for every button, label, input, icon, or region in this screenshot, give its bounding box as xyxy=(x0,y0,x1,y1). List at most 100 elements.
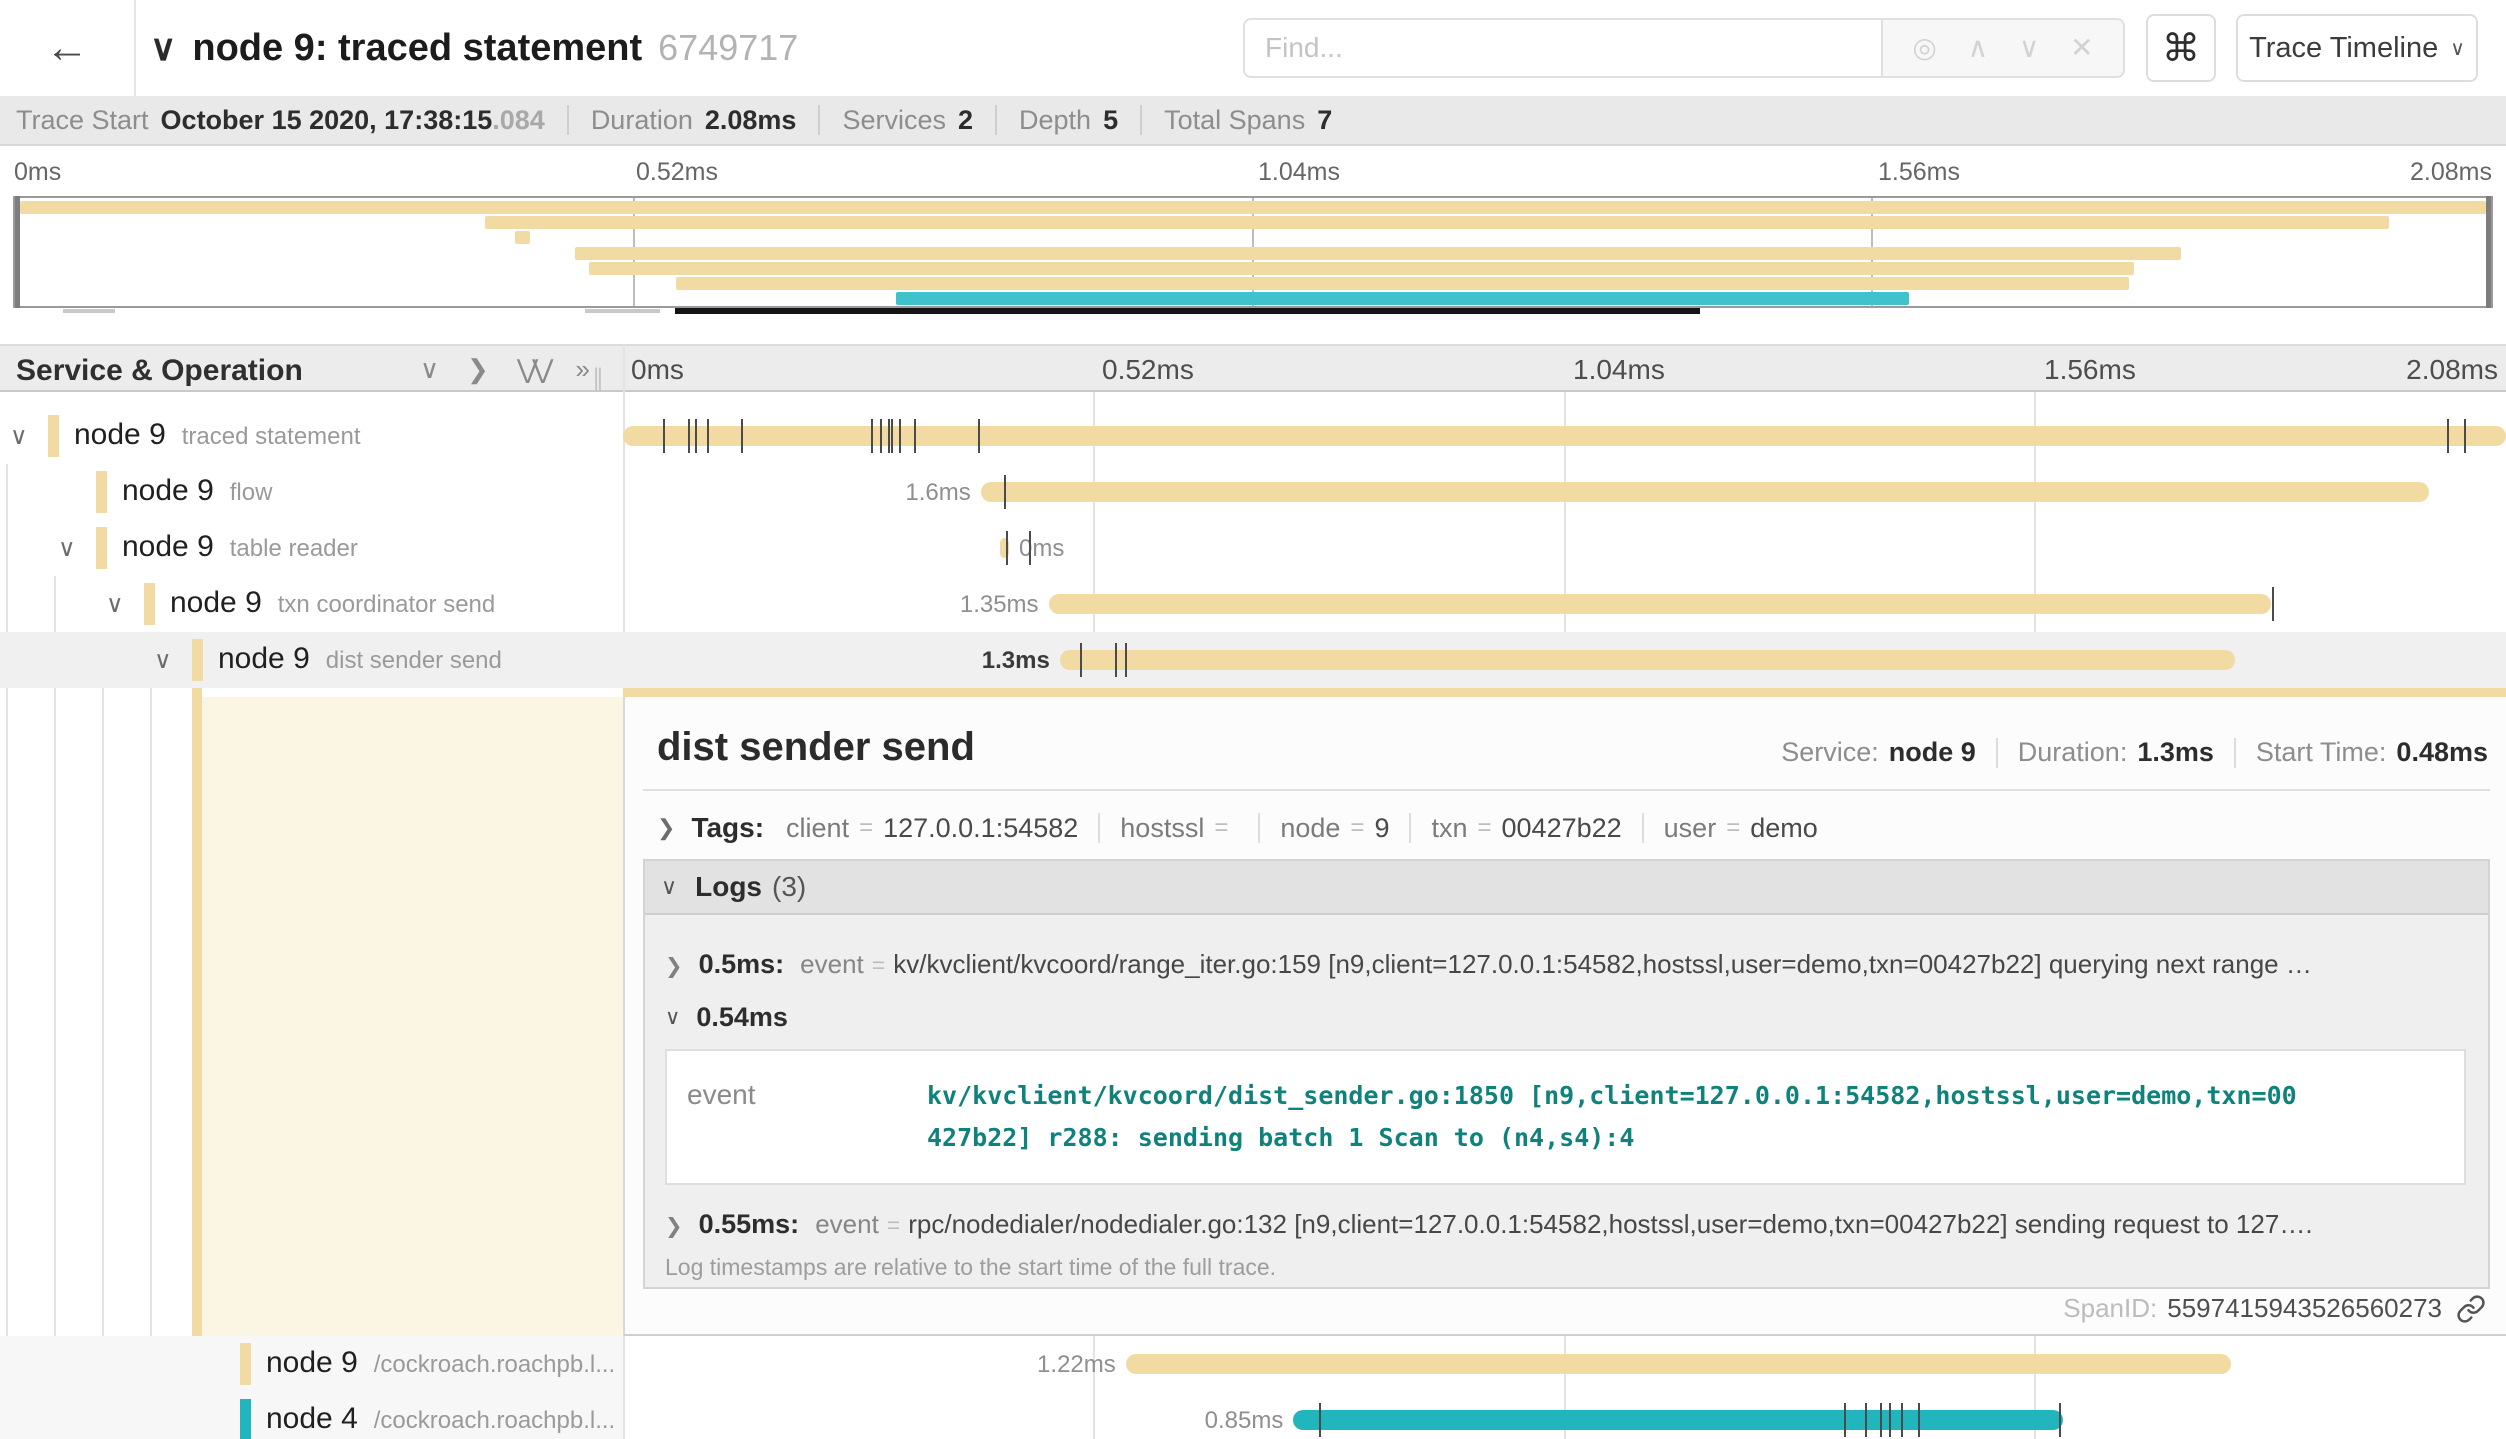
span-row-timeline[interactable]: 1.35ms xyxy=(623,576,2506,632)
minimap-drag-handle-right[interactable] xyxy=(2486,196,2491,308)
log-marker-tick xyxy=(880,419,882,453)
summary-value: 2 xyxy=(958,105,973,136)
span-row[interactable]: ∨node 9traced statement xyxy=(0,408,2506,464)
span-row[interactable]: node 4/cockroach.roachpb.l...0.85ms xyxy=(0,1392,2506,1439)
tag-item: txn=00427b22 xyxy=(1431,813,1621,844)
chevron-down-icon: ∨ xyxy=(661,874,677,900)
meta-value: 1.3ms xyxy=(2137,737,2214,768)
equals-sign: = xyxy=(1726,814,1740,842)
span-row-timeline[interactable] xyxy=(623,408,2506,464)
keyboard-shortcuts-button[interactable]: ⌘ xyxy=(2146,14,2216,82)
trace-collapse-icon[interactable]: ∨ xyxy=(150,27,176,69)
tags-row[interactable]: ❯ Tags: client=127.0.0.1:54582hostssl=no… xyxy=(657,803,1818,853)
page-title: node 9: traced statement xyxy=(192,27,642,70)
span-row-timeline[interactable]: 1.22ms xyxy=(623,1336,2506,1392)
span-row[interactable]: node 9/cockroach.roachpb.l...1.22ms xyxy=(0,1336,2506,1392)
chevron-right-icon: ❯ xyxy=(665,954,683,979)
tag-key: hostssl xyxy=(1120,813,1204,844)
find-clear-icon[interactable]: ✕ xyxy=(2070,34,2093,62)
summary-value: 5 xyxy=(1103,105,1118,136)
span-row[interactable]: ∨node 9table reader 0ms xyxy=(0,520,2506,576)
span-row[interactable]: ∨node 9dist sender send1.3ms xyxy=(0,632,2506,688)
log-marker-tick xyxy=(741,419,743,453)
span-row-sidebar[interactable]: ∨node 9txn coordinator send xyxy=(0,576,623,632)
log-marker-tick xyxy=(1125,643,1127,677)
minimap-scroll-stub xyxy=(585,309,660,313)
span-id-row: SpanID: 5597415943526560273 xyxy=(2063,1293,2486,1324)
span-duration-bar[interactable] xyxy=(1126,1354,2231,1374)
find-next-icon[interactable]: ∨ xyxy=(2019,34,2040,62)
log-event-line: kv/kvclient/kvcoord/dist_sender.go:1850 … xyxy=(927,1075,2297,1117)
span-duration-bar[interactable] xyxy=(1060,650,2235,670)
log-marker-tick xyxy=(1029,531,1031,565)
tag-item: user=demo xyxy=(1664,813,1818,844)
log-timestamp: 0.5ms: xyxy=(699,949,785,980)
link-icon[interactable] xyxy=(2456,1294,2486,1324)
log-marker-tick xyxy=(663,419,665,453)
chevron-down-icon[interactable]: ∨ xyxy=(154,646,172,675)
column-resize-grip[interactable]: ∥ xyxy=(592,364,604,393)
collapse-all-icon[interactable]: ⋁⋁ xyxy=(517,354,548,385)
collapse-one-icon[interactable]: ∨ xyxy=(420,354,439,385)
log-marker-tick xyxy=(2272,587,2274,621)
chevron-down-icon[interactable]: ∨ xyxy=(10,422,28,451)
find-prev-icon[interactable]: ∧ xyxy=(1968,34,1989,62)
timeline-tick-label: 0.52ms xyxy=(1102,354,1194,386)
find-input[interactable] xyxy=(1265,32,1881,64)
span-row-sidebar[interactable]: ∨node 9table reader xyxy=(0,520,623,576)
locate-icon[interactable]: ◎ xyxy=(1912,34,1936,62)
indent-guide-line xyxy=(102,632,104,1439)
expand-one-icon[interactable]: ❯ xyxy=(467,354,489,385)
span-row-timeline[interactable]: 1.3ms xyxy=(623,632,2506,688)
span-duration-label: 0ms xyxy=(1019,535,1064,563)
minimap-scroll-indicator[interactable] xyxy=(675,308,1700,314)
summary-item: Depth 5 xyxy=(1019,105,1118,136)
log-field-value: kv/kvclient/kvcoord/range_iter.go:159 [n… xyxy=(893,949,2312,980)
span-row-sidebar[interactable]: ∨node 9dist sender send xyxy=(0,632,623,688)
log-marker-tick xyxy=(1080,643,1082,677)
view-selector-button[interactable]: Trace Timeline ∨ xyxy=(2236,14,2478,82)
span-row-timeline[interactable]: 1.6ms xyxy=(623,464,2506,520)
summary-separator xyxy=(818,105,820,135)
span-row-timeline[interactable]: 0.85ms xyxy=(623,1392,2506,1439)
log-event-key: event xyxy=(687,1075,927,1159)
log-marker-tick xyxy=(891,419,893,453)
timeline-tick-label: 0ms xyxy=(631,354,684,386)
back-button[interactable]: ← xyxy=(0,0,136,96)
span-operation-name: txn coordinator send xyxy=(278,591,495,618)
log-entry[interactable]: ❯0.5ms:event=kv/kvclient/kvcoord/range_i… xyxy=(665,949,2468,980)
meta-label: Service: xyxy=(1781,737,1879,768)
summary-item: Services2 xyxy=(842,105,973,136)
span-row[interactable]: ∨node 9txn coordinator send1.35ms xyxy=(0,576,2506,632)
span-rows-upper: ∨node 9traced statementnode 9flow1.6ms∨n… xyxy=(0,408,2506,688)
span-row-sidebar[interactable]: node 9/cockroach.roachpb.l... xyxy=(0,1336,623,1392)
summary-label: Duration xyxy=(591,105,693,136)
log-marker-tick xyxy=(1006,531,1008,565)
timeline-minimap[interactable] xyxy=(13,196,2493,308)
span-row-sidebar[interactable]: ∨node 9traced statement xyxy=(0,408,623,464)
log-entry-expanded-header[interactable]: ∨0.54ms xyxy=(665,1002,2468,1033)
span-duration-bar[interactable] xyxy=(1293,1410,2063,1430)
logs-header[interactable]: ∨ Logs (3) xyxy=(645,861,2488,915)
span-duration-bar[interactable] xyxy=(623,426,2506,446)
minimap-axis-label: 0ms xyxy=(14,158,61,187)
span-row-timeline[interactable]: 0ms xyxy=(623,520,2506,576)
log-entry[interactable]: ❯0.55ms:event=rpc/nodedialer/nodedialer.… xyxy=(665,1209,2468,1240)
expand-all-icon[interactable]: » xyxy=(575,354,589,385)
chevron-down-icon[interactable]: ∨ xyxy=(106,590,124,619)
span-row-sidebar[interactable]: node 9flow xyxy=(0,464,623,520)
span-duration-bar[interactable] xyxy=(981,482,2429,502)
summary-label: Depth xyxy=(1019,105,1091,136)
summary-item: Trace StartOctober 15 2020, 17:38:15.084 xyxy=(16,105,545,136)
chevron-down-icon[interactable]: ∨ xyxy=(58,534,76,563)
log-marker-tick xyxy=(978,419,980,453)
span-duration-bar[interactable] xyxy=(1049,594,2271,614)
trace-title-group: ∨ node 9: traced statement 6749717 xyxy=(150,0,798,96)
span-color-bar xyxy=(96,471,107,513)
timeline-tick-label: 1.56ms xyxy=(2044,354,2136,386)
minimap-drag-handle-left[interactable] xyxy=(15,196,20,308)
span-row-sidebar[interactable]: node 4/cockroach.roachpb.l... xyxy=(0,1392,623,1439)
minimap-span-bar xyxy=(485,216,2389,229)
log-field-key: event xyxy=(815,1209,879,1240)
span-row[interactable]: node 9flow1.6ms xyxy=(0,464,2506,520)
